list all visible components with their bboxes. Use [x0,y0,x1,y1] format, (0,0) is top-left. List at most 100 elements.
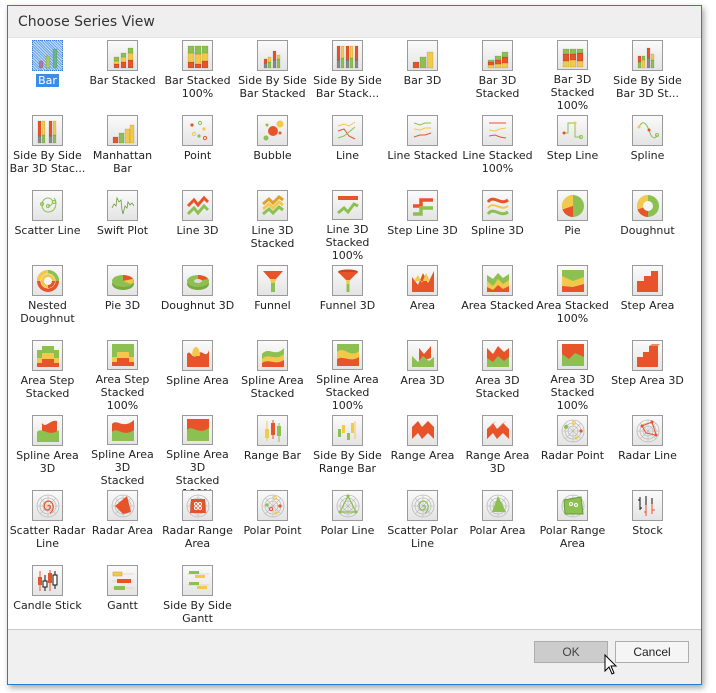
series-view-item[interactable]: Radar Range Area [160,490,235,562]
scatter-polar-line-icon [407,490,438,521]
series-view-item[interactable]: Spline Area [160,340,235,412]
series-view-item[interactable]: Area 3D Stacked [460,340,535,412]
series-view-item[interactable]: Doughnut [610,190,685,262]
series-view-item[interactable]: Area 3D Stacked 100% [535,340,610,412]
series-view-item[interactable]: Area Step Stacked [10,340,85,412]
series-view-item[interactable]: Side By Side Range Bar [310,415,385,487]
series-view-item[interactable]: Doughnut 3D [160,265,235,337]
series-view-item[interactable]: Bar 3D [385,40,460,112]
series-view-item[interactable]: Candle Stick [10,565,85,637]
series-view-item[interactable]: Spline 3D [460,190,535,262]
series-view-item[interactable]: Pie 3D [85,265,160,337]
series-view-item[interactable]: Bar Stacked 100% [160,40,235,112]
series-view-item[interactable]: Scatter Radar Line [10,490,85,562]
ok-button[interactable]: OK [534,641,608,663]
series-view-item[interactable]: Step Line [535,115,610,187]
series-view-item[interactable]: Bubble [235,115,310,187]
series-view-item[interactable]: Polar Point [235,490,310,562]
series-view-label: Side By Side Range Bar [313,449,382,475]
series-view-item[interactable]: Step Line 3D [385,190,460,262]
series-view-item[interactable]: Scatter Line [10,190,85,262]
series-view-item[interactable]: Spline Area 3D Stacked 100% [160,415,235,500]
series-view-item[interactable]: Radar Area [85,490,160,562]
series-view-item[interactable]: Spline Area 3D Stacked [85,415,160,487]
series-view-label: Area [409,299,436,312]
series-view-item[interactable]: Funnel [235,265,310,337]
series-view-item[interactable]: Polar Range Area [535,490,610,562]
series-view-item[interactable]: Line 3D [160,190,235,262]
funnel-3d-icon [332,265,363,296]
series-view-item[interactable]: Bar 3D Stacked 100% [535,40,610,112]
series-view-item[interactable]: Spline Area Stacked 100% [310,340,385,412]
series-view-item[interactable]: Side By Side Bar 3D Stac... [10,115,85,187]
series-view-item[interactable]: Line [310,115,385,187]
series-view-label: Radar Line [618,449,677,462]
series-view-item[interactable]: Manhattan Bar [85,115,160,187]
series-view-item[interactable]: Side By Side Bar Stack... [310,40,385,112]
series-view-item[interactable]: Line 3D Stacked 100% [310,190,385,262]
series-view-label: Area 3D Stacked [475,374,520,400]
series-view-item[interactable]: Point [160,115,235,187]
series-view-item[interactable]: Radar Line [610,415,685,487]
bar-3d-stacked-icon [482,40,513,71]
side-by-side-range-bar-icon [332,415,363,446]
series-view-item[interactable]: Bar Stacked [85,40,160,112]
series-view-item[interactable]: Area Stacked 100% [535,265,610,337]
series-view-label: Side By Side Bar Stack... [313,74,382,100]
series-view-label: Spline 3D [471,224,524,237]
series-view-item[interactable]: Step Area [610,265,685,337]
mouse-cursor-icon [604,654,618,675]
nested-doughnut-icon [32,265,63,296]
cancel-button[interactable]: Cancel [615,641,689,663]
polar-range-area-icon [557,490,588,521]
series-view-label: Swift Plot [96,224,149,237]
series-view-item[interactable]: Funnel 3D [310,265,385,337]
series-view-item[interactable]: Side By Side Bar 3D St... [610,40,685,112]
series-view-label: Bar Stacked [89,74,156,87]
range-bar-icon [257,415,288,446]
bar-3d-stacked-100-icon [557,40,588,70]
series-view-label: Scatter Line [14,224,81,237]
series-view-item[interactable]: Area 3D [385,340,460,412]
series-view-label: Step Area [620,299,675,312]
series-view-item[interactable]: Spline Area Stacked [235,340,310,412]
series-view-item[interactable]: Step Area 3D [610,340,685,412]
series-view-item[interactable]: Line Stacked [385,115,460,187]
series-view-item[interactable]: Side By Side Gantt [160,565,235,637]
series-view-item[interactable]: Line Stacked 100% [460,115,535,187]
series-view-item[interactable]: Nested Doughnut [10,265,85,337]
series-view-item[interactable]: Radar Point [535,415,610,487]
series-view-item[interactable]: Bar [10,40,85,112]
series-view-item[interactable]: Spline Area 3D [10,415,85,487]
series-view-item[interactable]: Range Area 3D [460,415,535,487]
series-view-item[interactable]: Pie [535,190,610,262]
series-view-label: Spline [630,149,665,162]
series-view-item[interactable]: Stock [610,490,685,562]
series-view-item[interactable]: Polar Line [310,490,385,562]
spline-area-icon [182,340,213,371]
series-view-item[interactable]: Scatter Polar Line [385,490,460,562]
area-icon [407,265,438,296]
series-view-label: Area 3D Stacked 100% [550,373,595,412]
series-view-item[interactable]: Range Area [385,415,460,487]
series-view-label: Radar Point [540,449,605,462]
radar-line-icon [632,415,663,446]
series-view-item[interactable]: Area Stacked [460,265,535,337]
series-view-item[interactable]: Polar Area [460,490,535,562]
series-view-item[interactable]: Range Bar [235,415,310,487]
pie-3d-icon [107,265,138,296]
polar-area-icon [482,490,513,521]
bubble-icon [257,115,288,146]
scatter-radar-line-icon [32,490,63,521]
series-view-item[interactable]: Side By Side Bar Stacked [235,40,310,112]
series-view-item[interactable]: Bar 3D Stacked [460,40,535,112]
range-area-icon [407,415,438,446]
series-view-item[interactable]: Spline [610,115,685,187]
series-view-item[interactable]: Swift Plot [85,190,160,262]
series-view-item[interactable]: Line 3D Stacked [235,190,310,262]
series-view-item[interactable]: Gantt [85,565,160,637]
line-stacked-icon [407,115,438,146]
series-view-item[interactable]: Area [385,265,460,337]
bar-icon [32,40,63,71]
series-view-item[interactable]: Area Step Stacked 100% [85,340,160,412]
